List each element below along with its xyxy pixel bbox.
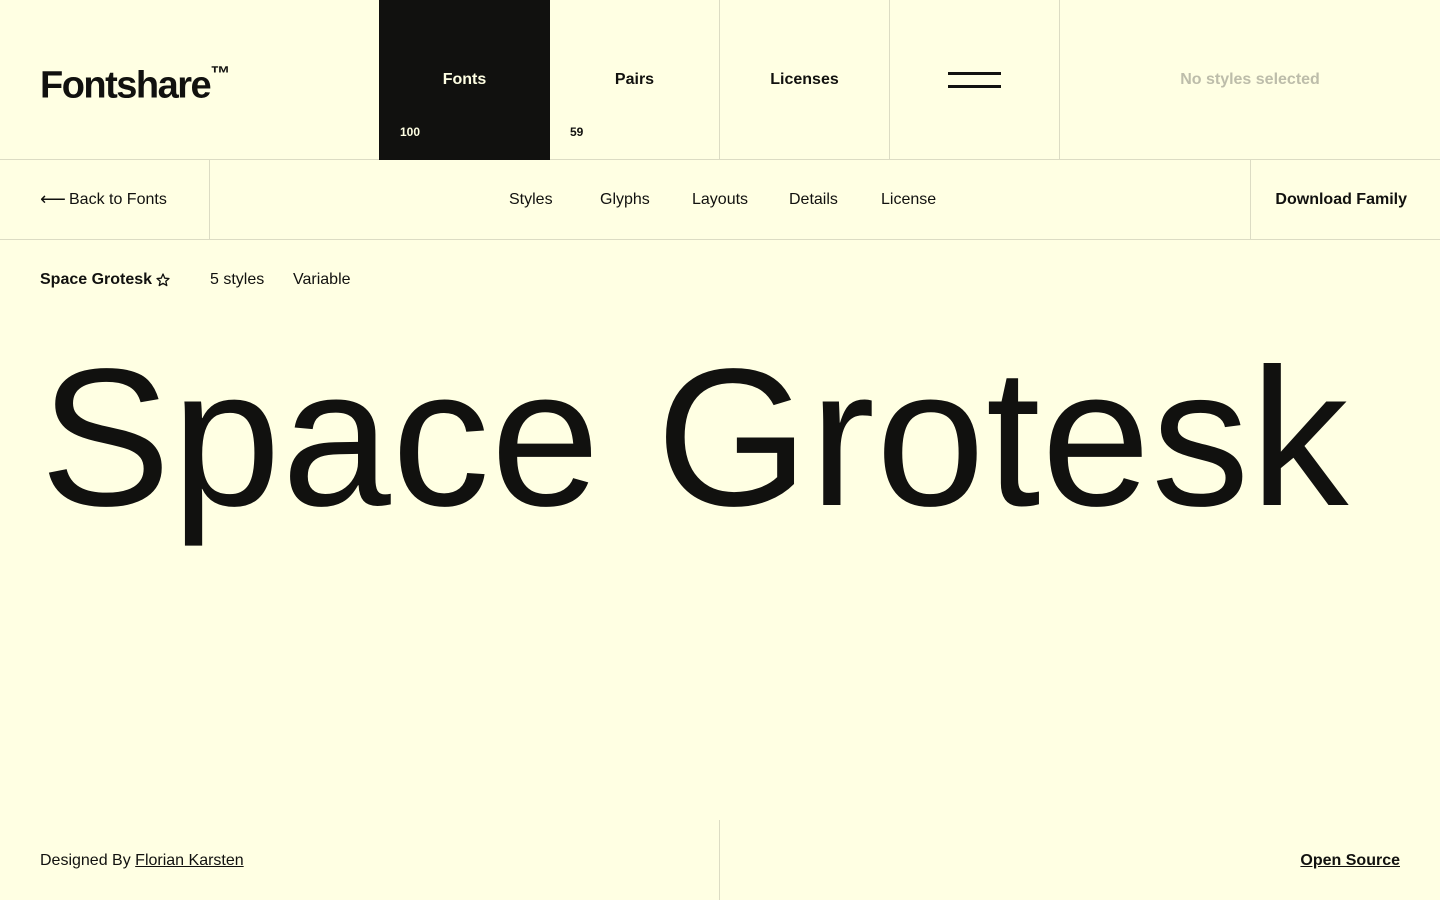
nav-licenses-label: Licenses — [770, 71, 839, 88]
hamburger-icon — [948, 72, 1001, 88]
styles-count: 5 styles — [210, 271, 265, 288]
menu-button[interactable] — [890, 0, 1060, 160]
logo-text: Fontshare — [40, 64, 212, 107]
tab-styles[interactable]: Styles — [509, 190, 553, 210]
selected-styles-status[interactable]: No styles selected — [1060, 70, 1440, 90]
nav-fonts[interactable]: Fonts 100 — [379, 0, 550, 160]
nav-fonts-count: 100 — [400, 125, 421, 139]
font-info-row: Space Grotesk 5 styles Variable — [0, 270, 1440, 292]
arrow-left-icon: ⟵ — [40, 189, 66, 209]
back-to-fonts-link[interactable]: ⟵ Back to Fonts — [0, 160, 210, 240]
footer-divider — [719, 820, 720, 900]
license-type-link[interactable]: Open Source — [1300, 851, 1400, 871]
nav-pairs-count: 59 — [570, 125, 584, 139]
download-family-button[interactable]: Download Family — [1250, 160, 1440, 240]
font-subnav: ⟵ Back to Fonts Styles Glyphs Layouts De… — [0, 160, 1440, 240]
font-type: Variable — [293, 271, 351, 288]
designer-link[interactable]: Florian Karsten — [135, 852, 244, 869]
trademark-mark: ™ — [210, 63, 231, 85]
font-name: Space Grotesk — [40, 271, 153, 288]
tab-details[interactable]: Details — [789, 190, 838, 210]
font-detail-page: Fontshare™ Fonts 100 Pairs 59 Licenses N… — [0, 0, 1440, 900]
tab-layouts[interactable]: Layouts — [692, 190, 748, 210]
top-header: Fontshare™ Fonts 100 Pairs 59 Licenses N… — [0, 0, 1440, 160]
star-outline-icon[interactable] — [155, 272, 171, 288]
font-specimen: Space Grotesk — [40, 328, 1350, 547]
nav-pairs-label: Pairs — [614, 71, 655, 88]
nav-fonts-label: Fonts — [442, 71, 487, 88]
fontshare-logo[interactable]: Fontshare™ — [40, 58, 230, 106]
designer-credit: Designed By Florian Karsten — [40, 851, 244, 871]
back-to-fonts-label: Back to Fonts — [69, 191, 167, 208]
tab-license[interactable]: License — [881, 190, 936, 210]
designed-by-prefix: Designed By — [40, 852, 131, 869]
nav-licenses[interactable]: Licenses — [720, 0, 890, 160]
tab-glyphs[interactable]: Glyphs — [600, 190, 650, 210]
download-family-label: Download Family — [1275, 191, 1407, 208]
nav-pairs[interactable]: Pairs 59 — [550, 0, 720, 160]
